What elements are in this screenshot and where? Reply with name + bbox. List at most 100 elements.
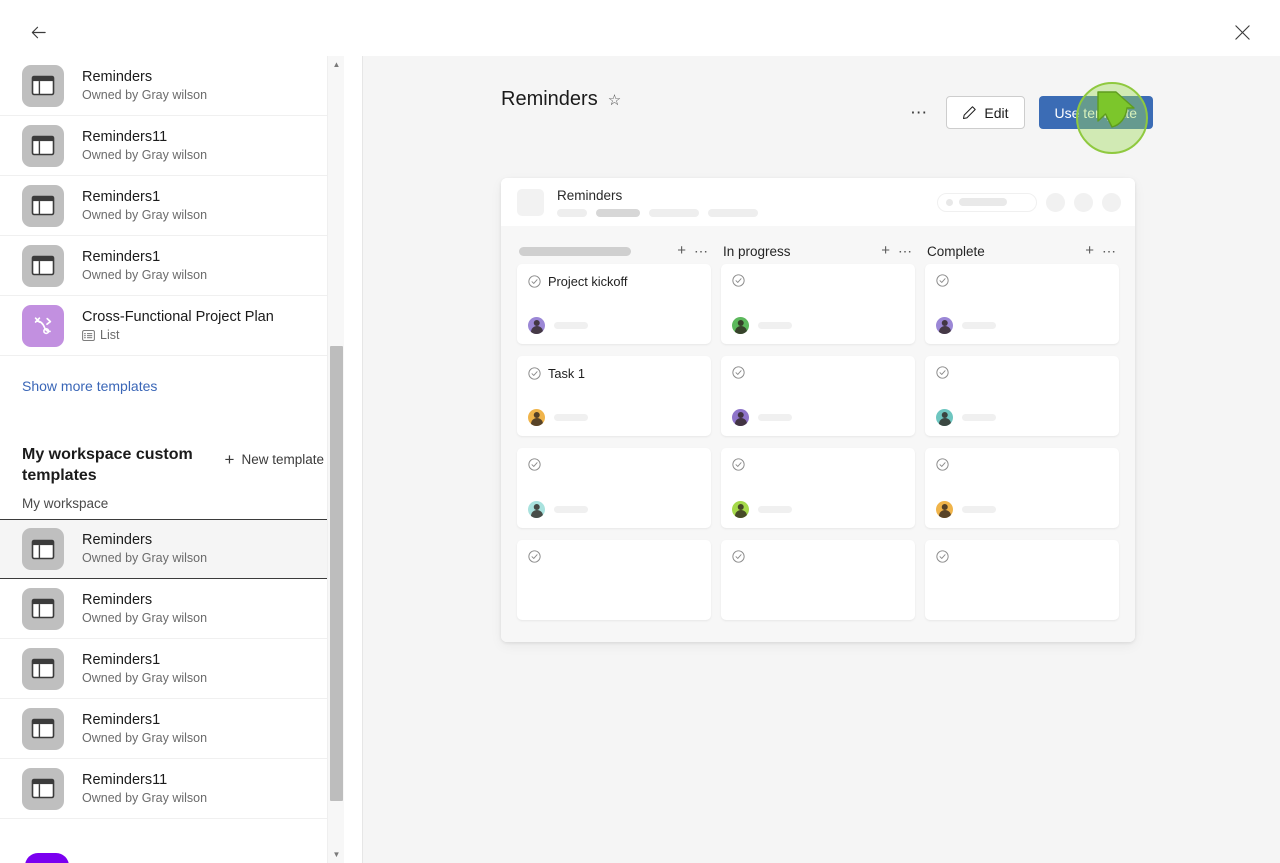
avatar-placeholder xyxy=(1046,192,1065,212)
board-glyph xyxy=(31,718,55,739)
card-header xyxy=(528,550,700,563)
page-title: Reminders ☆ xyxy=(501,88,621,111)
card-meta-skeleton xyxy=(758,414,792,421)
template-list-item[interactable]: Reminders Owned by Gray wilson xyxy=(0,56,344,116)
add-card-icon[interactable]: + xyxy=(677,243,686,258)
avatar-placeholder xyxy=(1074,192,1093,212)
check-circle-icon[interactable] xyxy=(936,274,949,287)
more-options-button[interactable]: ⋯ xyxy=(906,100,932,126)
card-footer xyxy=(528,501,588,518)
new-template-label: New template xyxy=(241,452,324,467)
check-circle-icon[interactable] xyxy=(936,366,949,379)
board-card[interactable] xyxy=(925,448,1119,528)
template-text: Reminders Owned by Gray wilson xyxy=(82,531,207,567)
workspace-avatar-badge[interactable] xyxy=(25,853,69,863)
check-circle-icon[interactable] xyxy=(528,367,541,380)
board-card[interactable] xyxy=(925,540,1119,620)
card-footer xyxy=(732,501,792,518)
board-template-icon xyxy=(22,707,64,750)
card-meta-skeleton xyxy=(758,506,792,513)
template-text: Reminders11 Owned by Gray wilson xyxy=(82,771,207,807)
show-more-templates-link[interactable]: Show more templates xyxy=(0,356,344,428)
card-meta-skeleton xyxy=(962,506,996,513)
check-circle-icon[interactable] xyxy=(732,458,745,471)
template-name: Reminders1 xyxy=(82,248,161,265)
workspace-template-item[interactable]: Reminders1 Owned by Gray wilson xyxy=(0,699,344,759)
board-card[interactable] xyxy=(517,540,711,620)
board-card[interactable] xyxy=(721,540,915,620)
back-button[interactable] xyxy=(22,16,54,48)
check-circle-icon[interactable] xyxy=(732,366,745,379)
add-card-icon[interactable]: + xyxy=(1085,243,1094,258)
check-circle-icon[interactable] xyxy=(732,274,745,287)
template-list-item[interactable]: Reminders1 Owned by Gray wilson xyxy=(0,176,344,236)
close-button[interactable] xyxy=(1226,16,1258,48)
template-owner: Owned by Gray wilson xyxy=(82,87,207,104)
column-actions: + ⋯ xyxy=(677,243,709,258)
board-card[interactable] xyxy=(721,264,915,344)
new-template-button[interactable]: + New template xyxy=(225,451,324,468)
board-template-icon xyxy=(22,184,64,227)
board-card[interactable] xyxy=(721,448,915,528)
card-footer xyxy=(528,409,588,426)
scrollbar-thumb[interactable] xyxy=(330,346,343,801)
workspace-template-item[interactable]: Reminders1 Owned by Gray wilson xyxy=(0,639,344,699)
workspace-template-item[interactable]: Reminders Owned by Gray wilson xyxy=(0,579,344,639)
check-circle-icon[interactable] xyxy=(528,458,541,471)
avatar xyxy=(732,317,749,334)
edit-button[interactable]: Edit xyxy=(946,96,1025,129)
column-menu-icon[interactable]: ⋯ xyxy=(1102,244,1117,258)
sidebar-right-edge xyxy=(344,56,362,863)
scroll-up-arrow-icon[interactable]: ▲ xyxy=(328,56,345,73)
column-title-skeleton xyxy=(519,246,631,256)
board-template-icon xyxy=(22,587,64,630)
template-list-item-cross-functional-project-plan[interactable]: Cross-Functional Project Plan List xyxy=(0,296,344,356)
board-card[interactable]: Project kickoff xyxy=(517,264,711,344)
workspace-template-item[interactable]: Reminders11 Owned by Gray wilson xyxy=(0,759,344,819)
add-card-icon[interactable]: + xyxy=(881,243,890,258)
template-text: Reminders1 Owned by Gray wilson xyxy=(82,711,207,747)
check-circle-icon[interactable] xyxy=(936,550,949,563)
check-circle-icon[interactable] xyxy=(528,275,541,288)
avatar xyxy=(732,409,749,426)
card-title: Project kickoff xyxy=(548,274,628,289)
template-name: Reminders11 xyxy=(82,128,168,145)
board-card[interactable] xyxy=(925,264,1119,344)
board-card[interactable] xyxy=(925,356,1119,436)
column-actions: + ⋯ xyxy=(881,243,913,258)
avatar xyxy=(528,409,545,426)
template-text: Reminders Owned by Gray wilson xyxy=(82,591,207,627)
check-circle-icon[interactable] xyxy=(732,550,745,563)
card-meta-skeleton xyxy=(962,322,996,329)
workspace-section-title: My workspace custom templates xyxy=(22,446,193,484)
template-list-item[interactable]: Reminders1 Owned by Gray wilson xyxy=(0,236,344,296)
card-header xyxy=(732,366,904,379)
avatar xyxy=(528,501,545,518)
card-header xyxy=(528,458,700,471)
avatar xyxy=(936,317,953,334)
workspace-template-item-selected[interactable]: Reminders Owned by Gray wilson xyxy=(0,519,344,579)
avatar xyxy=(528,317,545,334)
column-menu-icon[interactable]: ⋯ xyxy=(898,244,913,258)
template-owner-text: Owned by Gray wilson xyxy=(82,670,208,685)
template-list-item[interactable]: Reminders11 Owned by Gray wilson xyxy=(0,116,344,176)
card-footer xyxy=(936,409,996,426)
templates-scroll-region: Reminders Owned by Gray wilson Reminders… xyxy=(0,56,344,863)
board-tab-skeletons xyxy=(557,208,758,217)
board-card[interactable]: Task 1 xyxy=(517,356,711,436)
scroll-down-arrow-icon[interactable]: ▼ xyxy=(328,846,345,863)
detail-header: Reminders ☆ ⋯ Edit Use template xyxy=(363,56,1280,148)
card-footer xyxy=(732,317,792,334)
template-owner: Owned by Gray wilson xyxy=(82,550,207,567)
board-card[interactable] xyxy=(721,356,915,436)
check-circle-icon[interactable] xyxy=(936,458,949,471)
star-outline-icon[interactable]: ☆ xyxy=(608,91,621,109)
card-header: Task 1 xyxy=(528,366,700,381)
card-meta-skeleton xyxy=(554,322,588,329)
sidebar-scrollbar[interactable]: ▲ ▼ xyxy=(327,56,344,863)
check-circle-icon[interactable] xyxy=(528,550,541,563)
board-card[interactable] xyxy=(517,448,711,528)
use-template-button[interactable]: Use template xyxy=(1038,96,1153,129)
card-header xyxy=(936,550,1108,563)
column-menu-icon[interactable]: ⋯ xyxy=(694,244,709,258)
